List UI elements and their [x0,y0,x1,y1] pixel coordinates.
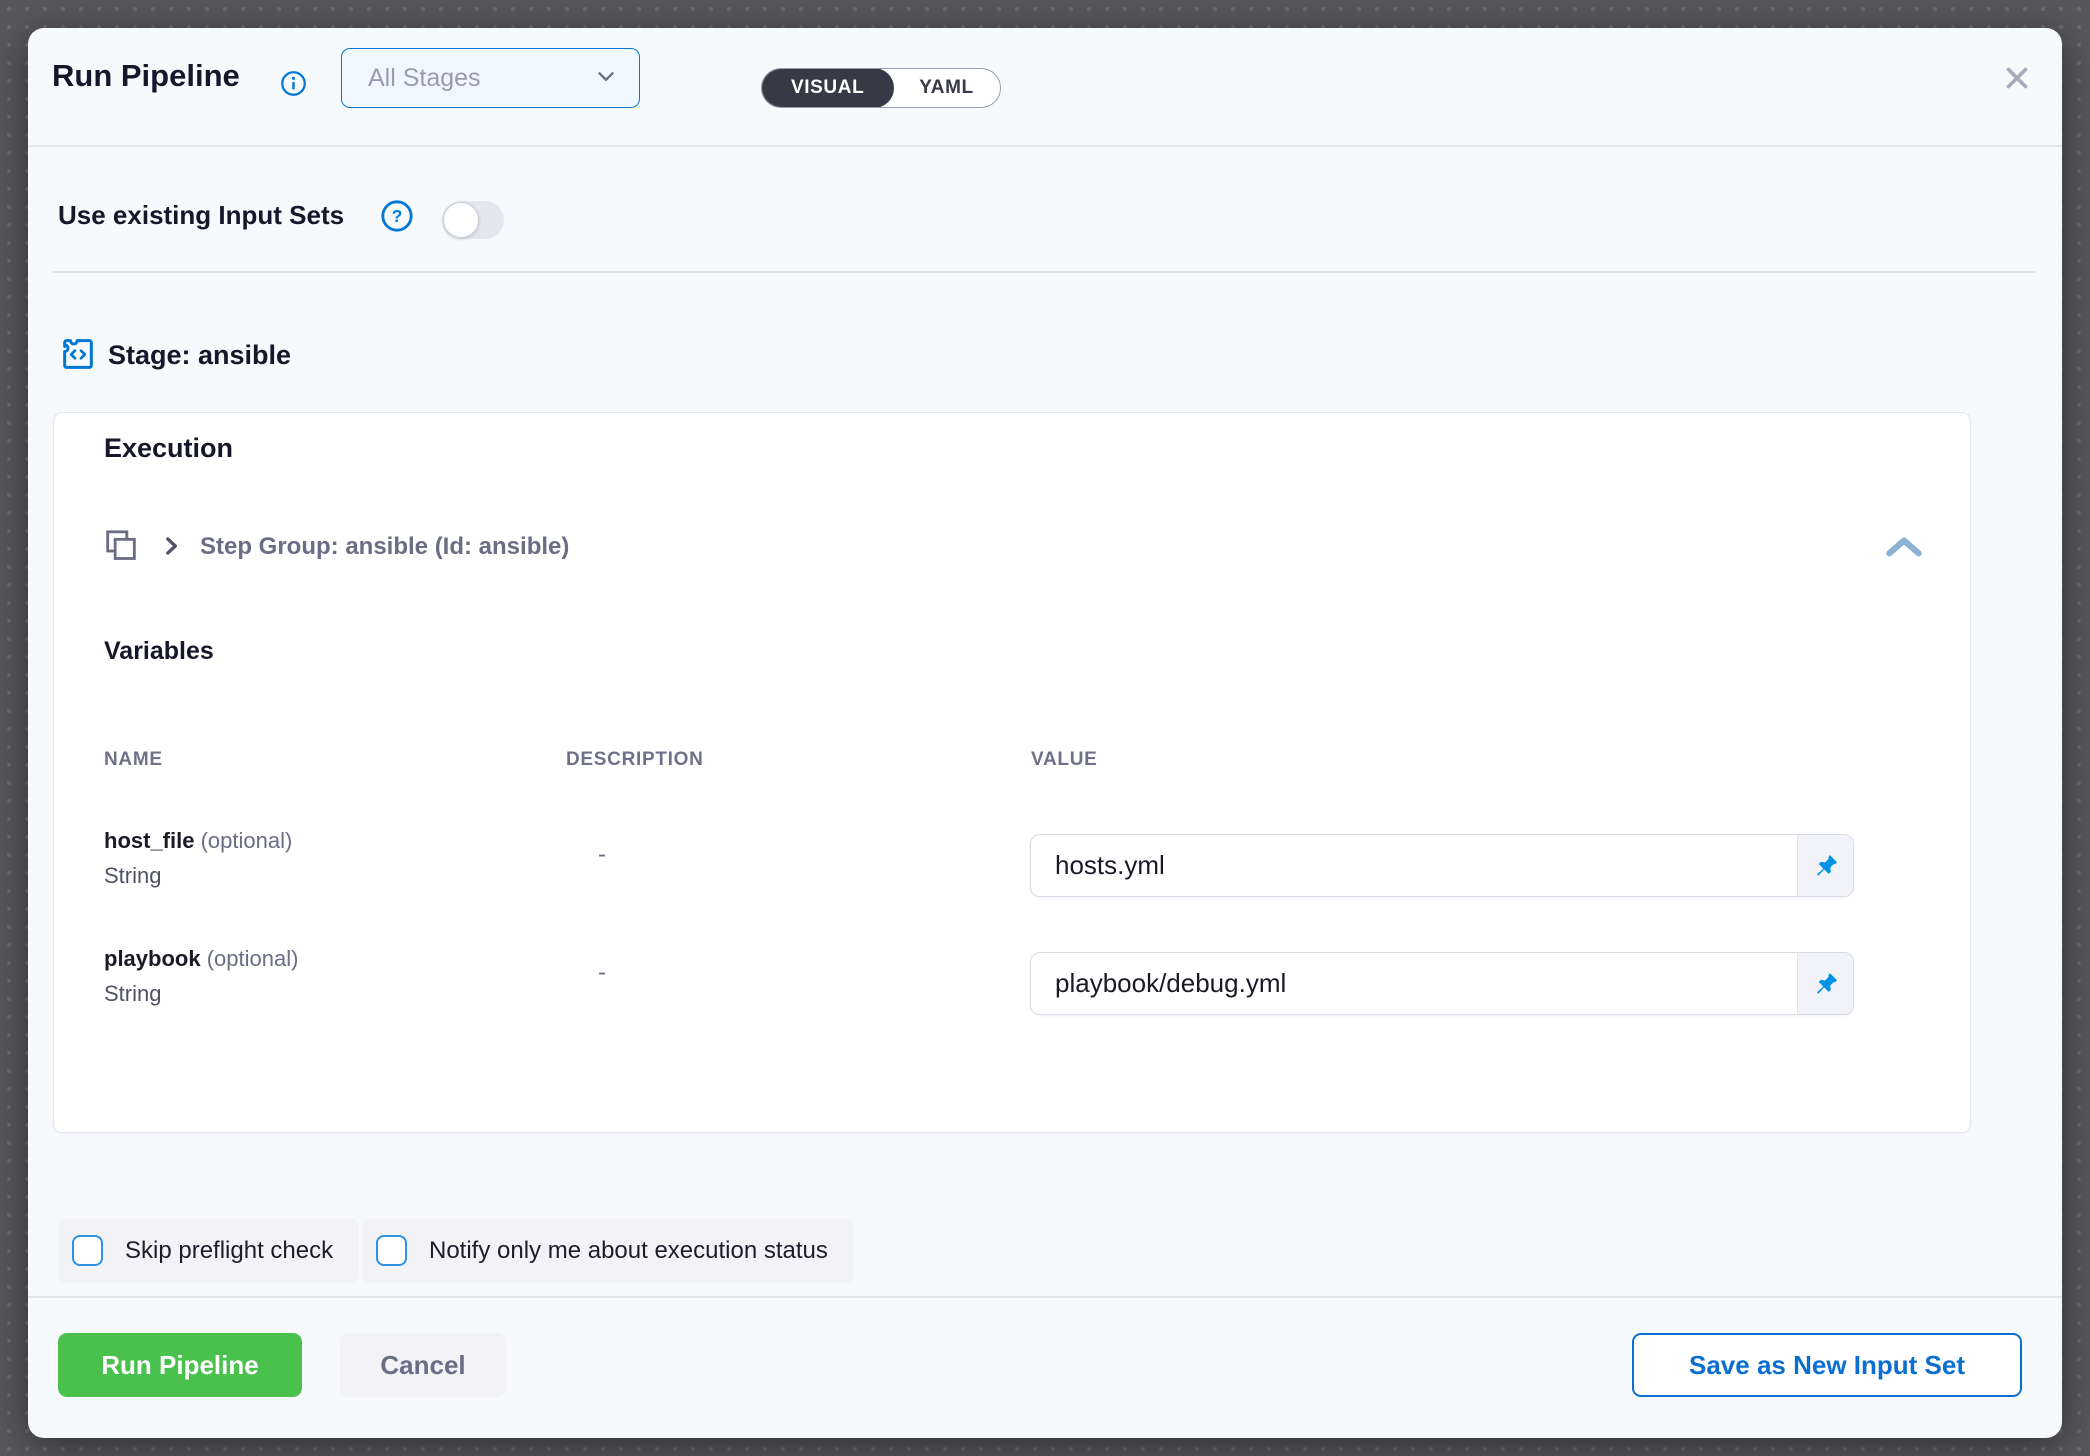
cancel-button[interactable]: Cancel [340,1333,506,1397]
execution-card: Execution Step Group: ansible (Id: ansib… [53,412,1971,1133]
variable-optional-tag: (optional) [207,946,299,971]
notify-me-checkbox[interactable] [376,1235,407,1266]
stages-select-value: All Stages [368,64,481,93]
variable-type: String [104,981,298,1007]
column-header-value: VALUE [1031,749,1097,771]
toggle-knob [443,202,479,238]
section-divider [52,271,2036,273]
notify-me-label: Notify only me about execution status [429,1237,828,1265]
variable-name: host_file [104,828,194,853]
save-as-new-input-set-button[interactable]: Save as New Input Set [1632,1333,2022,1397]
info-icon[interactable] [280,70,307,97]
skip-preflight-option[interactable]: Skip preflight check [58,1218,359,1283]
execution-title: Execution [104,433,233,464]
header-divider [28,145,2062,147]
step-group-label: Step Group: ansible (Id: ansible) [200,533,569,561]
skip-preflight-checkbox[interactable] [72,1235,103,1266]
svg-text:?: ? [392,206,403,226]
variable-description: - [598,959,606,987]
help-icon[interactable]: ? [380,199,414,233]
variable-type: String [104,863,292,889]
use-existing-input-sets-label: Use existing Input Sets [58,200,344,231]
variable-value-group [1030,834,1854,897]
close-icon[interactable] [1996,58,2038,100]
chevron-up-icon[interactable] [1880,525,1928,569]
column-header-name: NAME [104,749,163,771]
tab-yaml[interactable]: YAML [893,69,999,107]
stage-icon [58,334,98,374]
visual-yaml-toggle: VISUAL YAML [761,68,1001,108]
stage-label: Stage: ansible [108,340,291,371]
variable-description: - [598,841,606,869]
run-pipeline-button[interactable]: Run Pipeline [58,1333,302,1397]
notify-me-option[interactable]: Notify only me about execution status [362,1218,854,1283]
variables-title: Variables [104,637,214,666]
run-pipeline-modal: Run Pipeline All Stages VISUAL YAML Use … [28,28,2062,1438]
variable-optional-tag: (optional) [201,828,293,853]
skip-preflight-label: Skip preflight check [125,1237,333,1265]
table-row-name: host_file (optional) String [104,827,292,889]
variable-name: playbook [104,946,201,971]
variable-value-group [1030,952,1854,1015]
footer-divider [28,1296,2062,1298]
pin-icon[interactable] [1797,835,1853,896]
chevron-right-icon[interactable] [158,533,184,559]
table-row-name: playbook (optional) String [104,945,298,1007]
step-group-icon [101,525,141,567]
tab-visual[interactable]: VISUAL [761,68,894,108]
variable-value-input[interactable] [1031,953,1797,1014]
pin-icon[interactable] [1797,953,1853,1014]
variable-value-input[interactable] [1031,835,1797,896]
stages-select[interactable]: All Stages [341,48,640,108]
page-title: Run Pipeline [52,54,240,98]
column-header-description: DESCRIPTION [566,749,704,771]
input-sets-toggle[interactable] [442,201,504,239]
chevron-down-icon [593,63,619,94]
